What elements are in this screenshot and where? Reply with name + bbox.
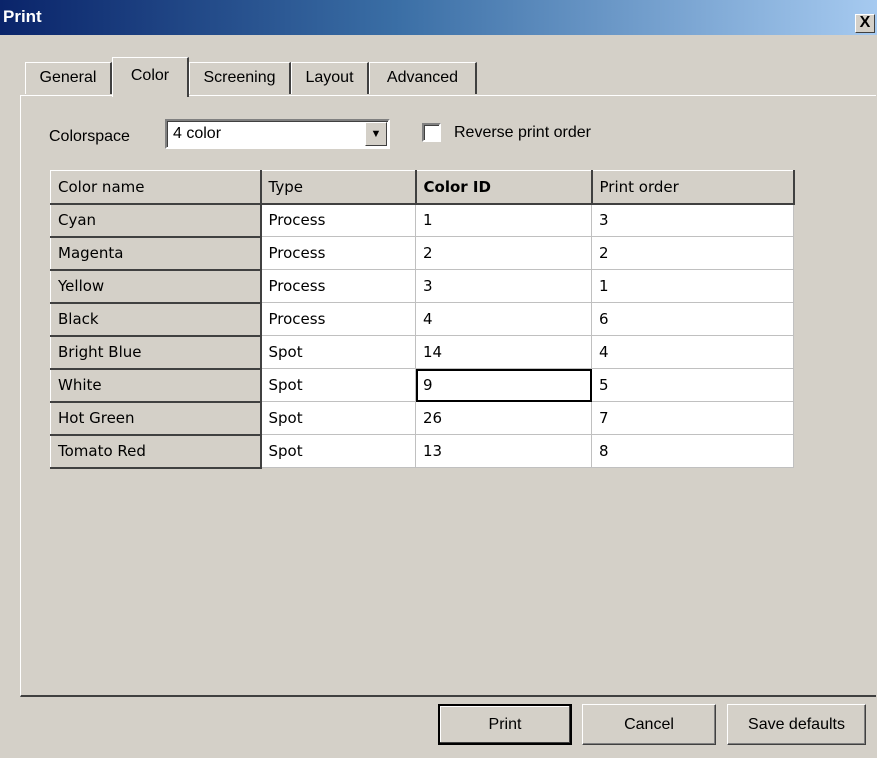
- table-row[interactable]: Bright Blue Spot 14 4: [50, 335, 794, 370]
- dropdown-arrow-icon[interactable]: ▼: [365, 122, 387, 146]
- tab-screening[interactable]: Screening: [189, 62, 291, 94]
- save-defaults-button-label: Save defaults: [748, 716, 845, 733]
- cell-type[interactable]: Process: [260, 236, 416, 270]
- colorspace-label: Colorspace: [49, 128, 130, 145]
- tab-advanced-label: Advanced: [386, 69, 459, 86]
- cell-print-order[interactable]: 1: [591, 269, 794, 303]
- table-header-row: Color name Type Color ID Print order: [50, 170, 795, 205]
- cell-type[interactable]: Spot: [260, 434, 416, 468]
- column-header-print-order[interactable]: Print order: [591, 170, 795, 205]
- column-header-color-id[interactable]: Color ID: [415, 170, 593, 205]
- tab-color[interactable]: Color: [112, 57, 189, 97]
- cell-type[interactable]: Process: [260, 302, 416, 336]
- table-row[interactable]: Hot Green Spot 26 7: [50, 401, 794, 436]
- tab-advanced[interactable]: Advanced: [369, 62, 477, 94]
- row-header-color-name[interactable]: Hot Green: [50, 401, 262, 436]
- cell-print-order[interactable]: 3: [591, 203, 794, 237]
- color-table: Color name Type Color ID Print order Cya…: [50, 170, 795, 469]
- cell-type[interactable]: Spot: [260, 335, 416, 369]
- cell-color-id[interactable]: 3: [415, 269, 592, 303]
- tab-color-label: Color: [130, 67, 170, 84]
- table-row[interactable]: Tomato Red Spot 13 8: [50, 434, 794, 469]
- cell-print-order[interactable]: 8: [591, 434, 794, 468]
- print-button-label: Print: [488, 716, 522, 733]
- cell-type[interactable]: Process: [260, 203, 416, 237]
- table-row[interactable]: Black Process 4 6: [50, 302, 794, 337]
- row-header-color-name[interactable]: Yellow: [50, 269, 262, 304]
- cell-color-id[interactable]: 13: [415, 434, 592, 468]
- reverse-print-order-checkbox[interactable]: [422, 123, 441, 142]
- tab-general[interactable]: General: [25, 62, 112, 94]
- tab-general-label: General: [39, 69, 97, 86]
- cell-color-id[interactable]: 1: [415, 203, 592, 237]
- row-header-color-name[interactable]: Tomato Red: [50, 434, 262, 469]
- cell-color-id[interactable]: 2: [415, 236, 592, 270]
- save-defaults-button[interactable]: Save defaults: [727, 704, 866, 745]
- cell-print-order[interactable]: 6: [591, 302, 794, 336]
- tab-layout-label: Layout: [305, 69, 354, 86]
- row-header-color-name[interactable]: White: [50, 368, 262, 403]
- table-row[interactable]: Yellow Process 3 1: [50, 269, 794, 304]
- cancel-button[interactable]: Cancel: [582, 704, 716, 745]
- table-row-selected[interactable]: White Spot 9 5: [50, 368, 794, 403]
- row-header-color-name[interactable]: Magenta: [50, 236, 262, 271]
- row-header-color-name[interactable]: Cyan: [50, 203, 262, 238]
- cancel-button-label: Cancel: [624, 716, 674, 733]
- tab-screening-label: Screening: [203, 69, 276, 86]
- cell-type[interactable]: Spot: [260, 401, 416, 435]
- cell-color-id-focused[interactable]: 9: [415, 368, 592, 402]
- print-button[interactable]: Print: [438, 704, 572, 745]
- cell-print-order[interactable]: 7: [591, 401, 794, 435]
- column-header-color-name[interactable]: Color name: [50, 170, 262, 205]
- title-bar: Print: [0, 0, 877, 35]
- cell-type[interactable]: Spot: [260, 368, 416, 402]
- cell-print-order[interactable]: 2: [591, 236, 794, 270]
- table-row[interactable]: Magenta Process 2 2: [50, 236, 794, 271]
- close-button[interactable]: X: [855, 14, 875, 33]
- cell-print-order[interactable]: 5: [591, 368, 794, 402]
- tab-layout[interactable]: Layout: [291, 62, 369, 94]
- cell-color-id[interactable]: 14: [415, 335, 592, 369]
- colorspace-select[interactable]: 4 color ▼: [165, 119, 390, 149]
- table-row[interactable]: Cyan Process 1 3: [50, 203, 794, 238]
- colorspace-value: 4 color: [173, 125, 222, 142]
- row-header-color-name[interactable]: Black: [50, 302, 262, 337]
- cell-type[interactable]: Process: [260, 269, 416, 303]
- cell-color-id[interactable]: 26: [415, 401, 592, 435]
- row-header-color-name[interactable]: Bright Blue: [50, 335, 262, 370]
- cell-color-id[interactable]: 4: [415, 302, 592, 336]
- reverse-print-order-label: Reverse print order: [454, 124, 591, 141]
- column-header-type[interactable]: Type: [260, 170, 417, 205]
- window-title: Print: [3, 7, 42, 26]
- close-icon: X: [859, 14, 871, 31]
- cell-print-order[interactable]: 4: [591, 335, 794, 369]
